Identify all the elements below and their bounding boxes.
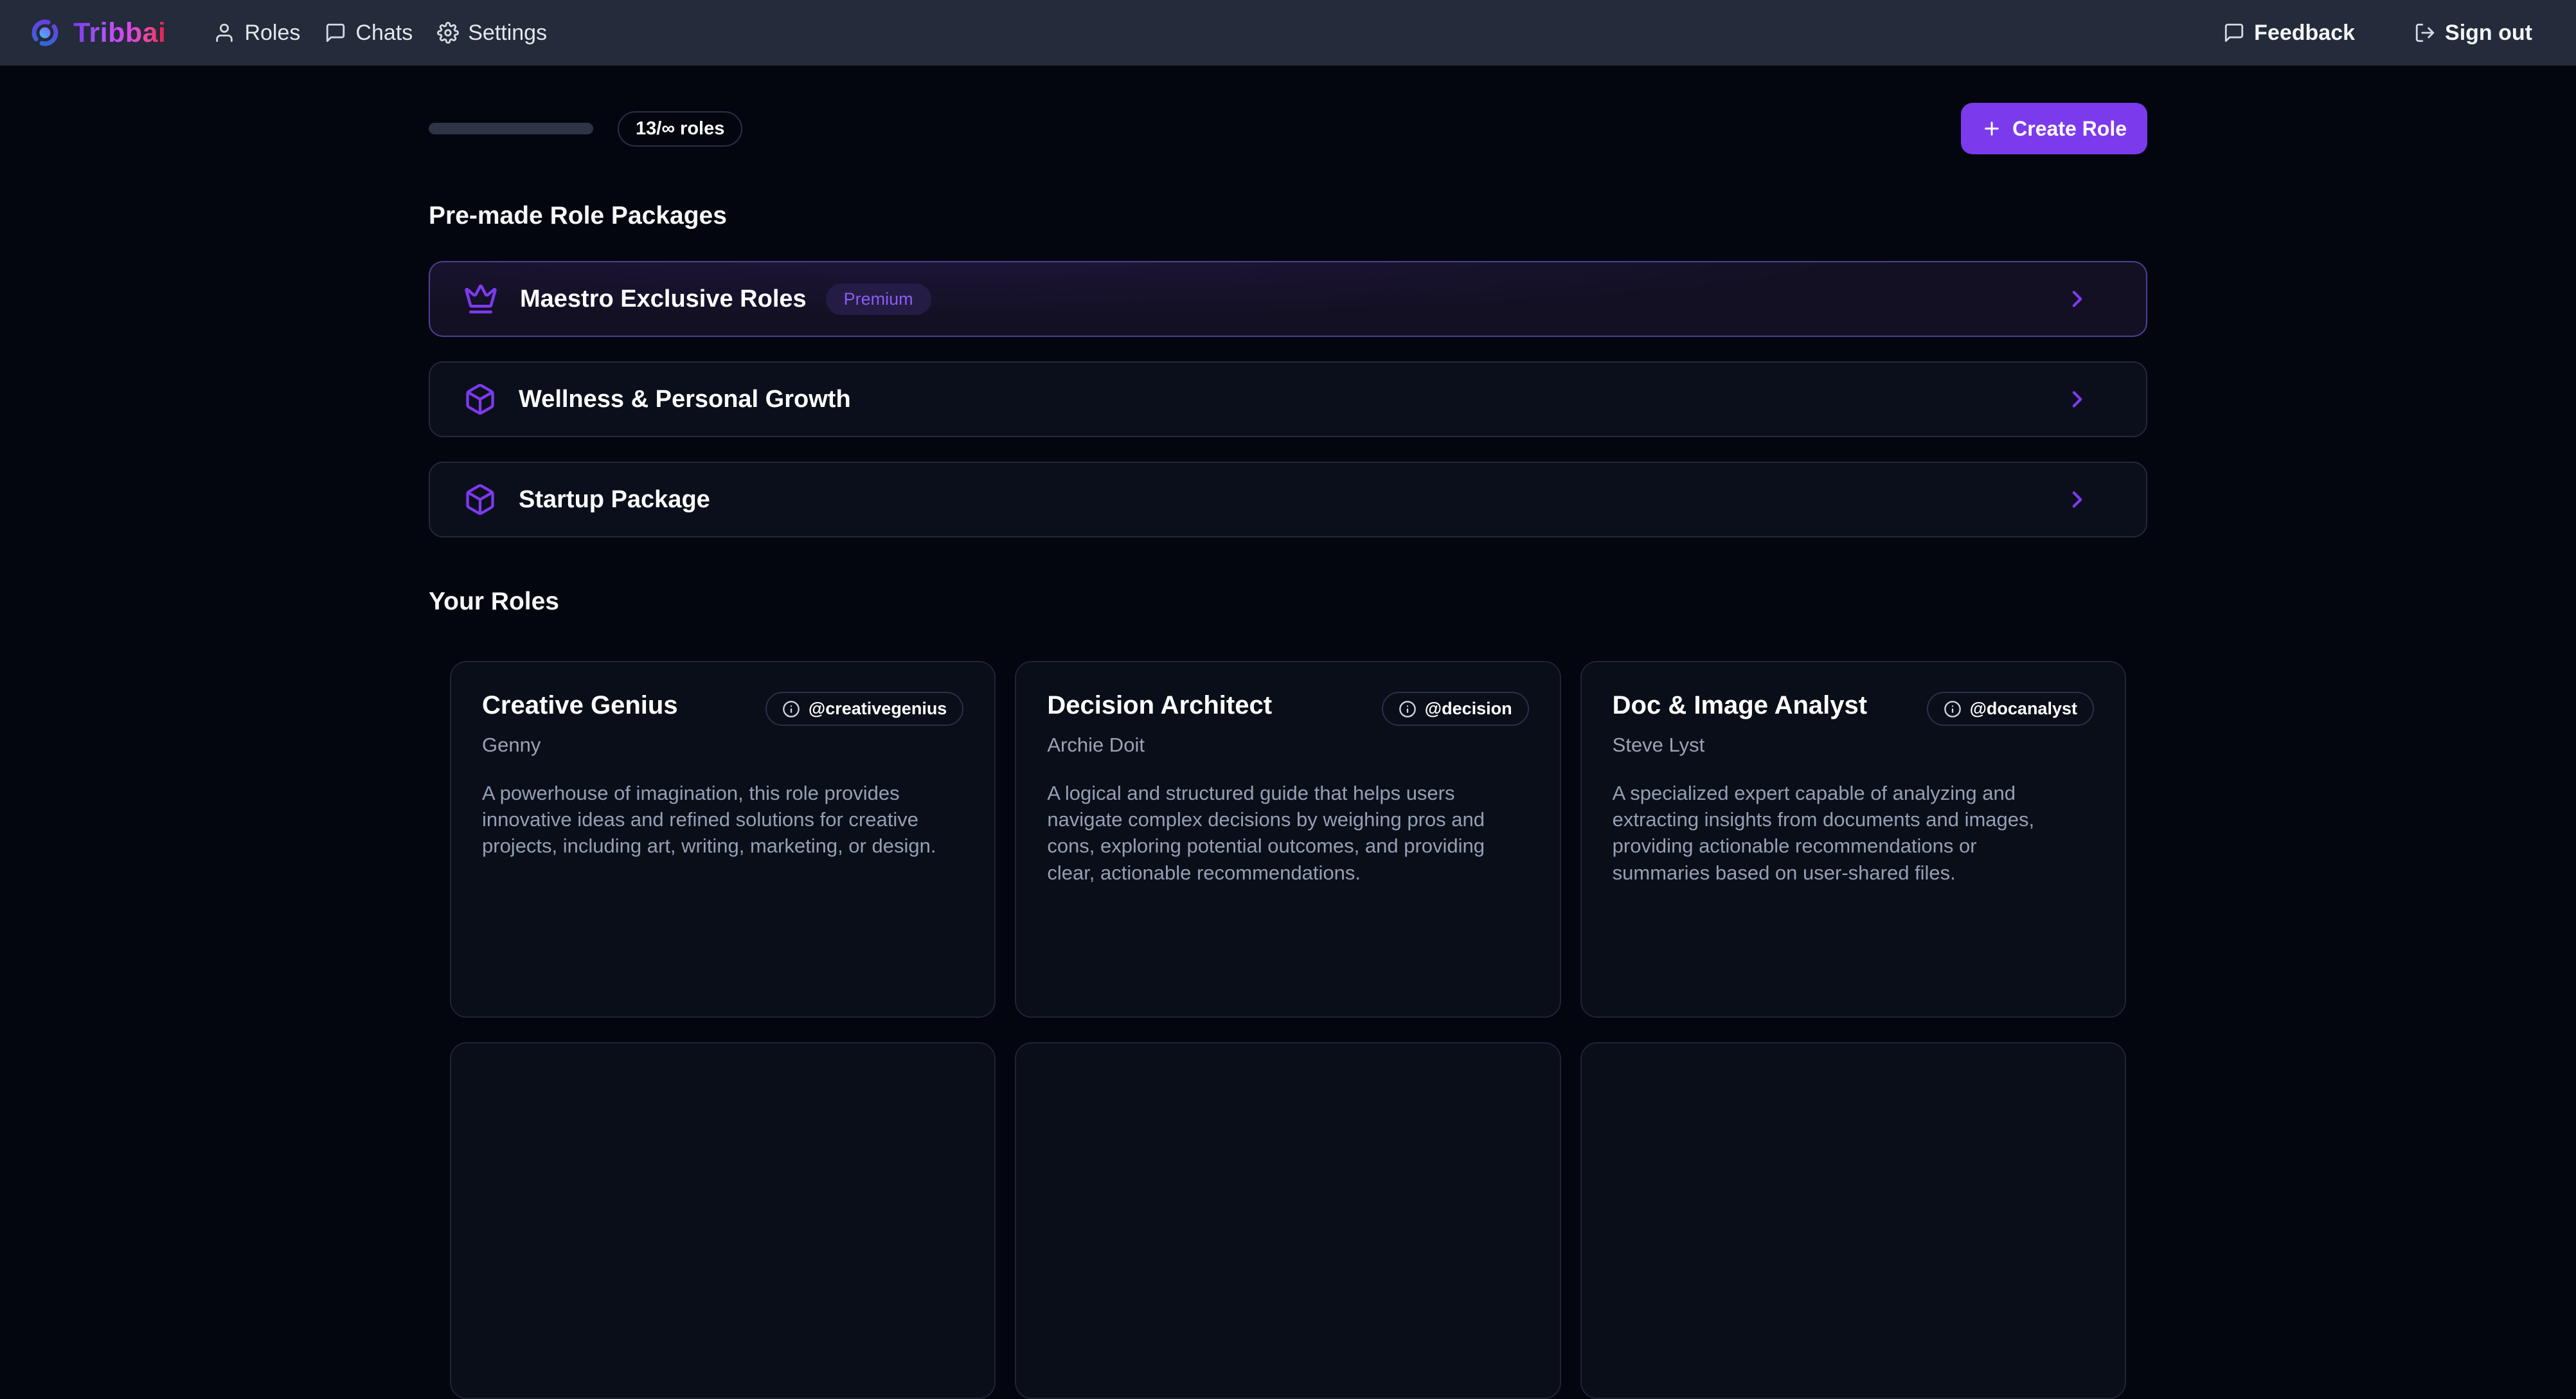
role-subtitle: Genny xyxy=(482,734,963,757)
create-role-button[interactable]: Create Role xyxy=(1961,103,2147,154)
sign-out-icon xyxy=(2414,22,2436,44)
role-title: Creative Genius xyxy=(482,690,678,720)
role-description: A powerhouse of imagination, this role p… xyxy=(482,780,942,860)
package-list: Maestro Exclusive Roles Premium Wellness… xyxy=(429,261,2147,537)
package-row-startup[interactable]: Startup Package xyxy=(429,462,2147,537)
card-header: Creative Genius @creativegenius xyxy=(482,690,963,726)
roles-grid: Creative Genius @creativegenius Genny A … xyxy=(429,661,2147,1399)
info-icon xyxy=(782,700,800,718)
nav-label: Roles xyxy=(244,21,300,46)
role-handle: @decision xyxy=(1425,699,1512,719)
partial-role-card[interactable] xyxy=(450,1042,996,1399)
brand-logo[interactable]: Tribbai xyxy=(30,17,166,49)
packages-heading: Pre-made Role Packages xyxy=(429,202,2147,230)
role-handle: @creativegenius xyxy=(809,699,947,719)
roles-count-badge: 13/∞ roles xyxy=(618,111,742,147)
role-handle-badge[interactable]: @docanalyst xyxy=(1927,692,2094,726)
feedback-button[interactable]: Feedback xyxy=(2223,21,2355,46)
nav-item-settings[interactable]: Settings xyxy=(437,21,547,46)
your-roles-heading: Your Roles xyxy=(429,588,2147,616)
role-card-doc-image-analyst[interactable]: Doc & Image Analyst @docanalyst Steve Ly… xyxy=(1580,661,2126,1018)
role-title: Decision Architect xyxy=(1047,690,1272,720)
sign-out-button[interactable]: Sign out xyxy=(2414,21,2532,46)
role-description: A logical and structured guide that help… xyxy=(1047,780,1507,886)
info-icon xyxy=(1944,700,1962,718)
card-header: Decision Architect @decision xyxy=(1047,690,1528,726)
role-handle-badge[interactable]: @decision xyxy=(1382,692,1529,726)
role-card-creative-genius[interactable]: Creative Genius @creativegenius Genny A … xyxy=(450,661,996,1018)
card-header: Doc & Image Analyst @docanalyst xyxy=(1613,690,2094,726)
package-box-icon xyxy=(463,383,497,416)
role-card-decision-architect[interactable]: Decision Architect @decision Archie Doit… xyxy=(1015,661,1561,1018)
nav-item-roles[interactable]: Roles xyxy=(213,21,300,46)
partial-role-card[interactable] xyxy=(1015,1042,1561,1399)
tribbai-swirl-icon xyxy=(30,17,60,48)
nav-label: Feedback xyxy=(2254,21,2355,46)
user-icon xyxy=(213,22,235,44)
main-content: 13/∞ roles Create Role Pre-made Role Pac… xyxy=(429,103,2147,1399)
chevron-right-icon[interactable] xyxy=(2064,285,2091,312)
premium-badge: Premium xyxy=(826,284,931,315)
gear-icon xyxy=(437,22,459,44)
nav-item-chats[interactable]: Chats xyxy=(325,21,413,46)
roles-toolbar: 13/∞ roles Create Role xyxy=(429,103,2147,154)
partial-role-card[interactable] xyxy=(1580,1042,2126,1399)
package-row-wellness[interactable]: Wellness & Personal Growth xyxy=(429,361,2147,437)
package-title: Wellness & Personal Growth xyxy=(519,386,851,413)
primary-nav: Roles Chats Settings xyxy=(213,21,547,46)
chat-bubble-icon xyxy=(325,22,346,44)
package-row-maestro[interactable]: Maestro Exclusive Roles Premium xyxy=(429,261,2147,337)
info-icon xyxy=(1399,700,1417,718)
crown-icon xyxy=(463,282,498,316)
role-description: A specialized expert capable of analyzin… xyxy=(1613,780,2072,886)
role-title: Doc & Image Analyst xyxy=(1613,690,1867,720)
chevron-right-icon[interactable] xyxy=(2064,386,2091,413)
package-box-icon xyxy=(463,483,497,516)
feedback-bubble-icon xyxy=(2223,22,2245,44)
nav-label: Settings xyxy=(468,21,547,46)
package-title: Maestro Exclusive Roles xyxy=(520,285,807,313)
role-subtitle: Steve Lyst xyxy=(1613,734,2094,757)
package-title: Startup Package xyxy=(519,486,710,514)
nav-label: Chats xyxy=(355,21,413,46)
nav-label: Sign out xyxy=(2445,21,2532,46)
chevron-right-icon[interactable] xyxy=(2064,486,2091,513)
roles-usage-progressbar xyxy=(429,123,593,134)
role-handle-badge[interactable]: @creativegenius xyxy=(765,692,963,726)
role-handle: @docanalyst xyxy=(1970,699,2077,719)
brand-name: Tribbai xyxy=(73,17,166,49)
secondary-nav: Feedback Sign out xyxy=(2223,21,2532,46)
create-role-label: Create Role xyxy=(2012,117,2127,141)
top-navbar: Tribbai Roles Chats xyxy=(0,0,2576,66)
role-subtitle: Archie Doit xyxy=(1047,734,1528,757)
plus-icon xyxy=(1981,118,2002,139)
